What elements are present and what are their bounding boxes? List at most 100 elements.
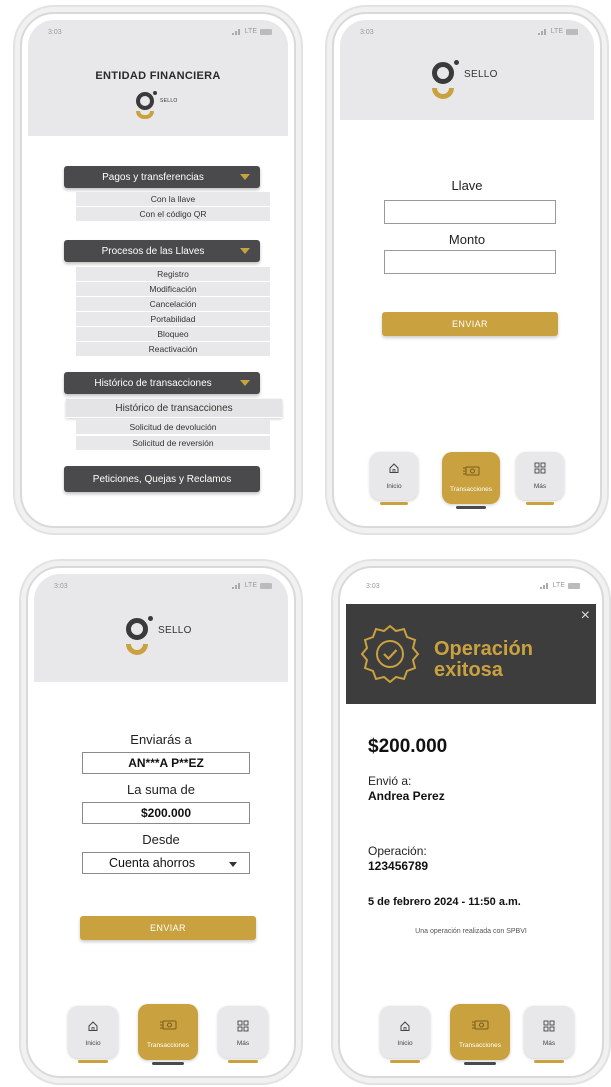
grid-icon xyxy=(534,462,546,474)
sent-to-label: Envió a: xyxy=(368,774,412,788)
status-time: 3:03 xyxy=(366,583,380,590)
status-time: 3:03 xyxy=(48,29,62,36)
nav-more-button[interactable]: Más xyxy=(218,1006,268,1063)
menu-item-historico[interactable]: Histórico de transacciones xyxy=(66,399,282,418)
chevron-down-icon xyxy=(240,380,250,386)
network-label: LTE xyxy=(244,28,257,35)
close-icon[interactable]: × xyxy=(581,608,590,624)
network-label: LTE xyxy=(552,582,565,589)
nav-home-label: Inicio xyxy=(386,483,402,490)
menu-item-devolucion[interactable]: Solicitud de devolución xyxy=(76,420,270,435)
logo-text: SELLO xyxy=(160,98,178,104)
status-bar: 3:03 LTE xyxy=(346,574,596,598)
send-button[interactable]: ENVIAR xyxy=(382,312,558,336)
menu-item-bloqueo[interactable]: Bloqueo xyxy=(76,327,270,342)
nav-transactions-button[interactable]: Transacciones xyxy=(442,452,500,509)
battery-icon xyxy=(566,28,578,35)
caret-down-icon xyxy=(229,862,237,867)
chevron-down-icon xyxy=(240,174,250,180)
grid-icon xyxy=(543,1020,555,1032)
nav-home-button[interactable]: Inicio xyxy=(380,1006,430,1063)
nav-transactions-label: Transacciones xyxy=(458,1042,502,1049)
logo-dot-icon xyxy=(148,616,153,621)
from-account-select[interactable]: Cuenta ahorros xyxy=(82,852,250,874)
nav-transactions-button[interactable]: Transacciones xyxy=(450,1004,510,1065)
nav-transactions-button[interactable]: Transacciones xyxy=(138,1004,198,1065)
home-icon xyxy=(88,1021,98,1031)
home-icon xyxy=(400,1021,410,1031)
logo-o-icon xyxy=(432,62,454,84)
success-title-line1: Operación xyxy=(434,638,533,660)
menu-historico-label: Histórico de transacciones xyxy=(94,377,212,389)
brand-logo: SELLO xyxy=(136,91,196,126)
monto-input[interactable] xyxy=(384,250,556,274)
signal-icon xyxy=(231,28,242,35)
menu-item-reactivacion[interactable]: Reactivación xyxy=(76,342,270,357)
menu-procesos-label: Procesos de las Llaves xyxy=(101,245,205,257)
nav-home-button[interactable]: Inicio xyxy=(370,452,418,505)
screen-confirm: 3:03 LTE SELLO Enviarás a AN***A P**EZ L… xyxy=(34,574,288,1070)
nav-home-label: Inicio xyxy=(397,1040,413,1047)
from-label: Desde xyxy=(142,832,180,847)
menu-item-cancelacion[interactable]: Cancelación xyxy=(76,297,270,312)
menu-item-reversion[interactable]: Solicitud de reversión xyxy=(76,436,270,451)
nav-more-label: Más xyxy=(533,483,547,490)
logo-o-icon xyxy=(136,92,154,110)
brand-logo: SELLO xyxy=(432,60,522,106)
nav-more-label: Más xyxy=(542,1040,556,1047)
battery-icon xyxy=(568,582,580,589)
menu-pqr-button[interactable]: Peticiones, Quejas y Reclamos xyxy=(64,466,260,492)
brand-logo: SELLO xyxy=(126,616,216,662)
money-transfer-icon xyxy=(472,1020,489,1030)
menu-pagos-button[interactable]: Pagos y transferencias xyxy=(64,166,260,188)
menu-pagos-label: Pagos y transferencias xyxy=(102,171,204,183)
logo-o-icon xyxy=(126,618,148,640)
money-transfer-icon xyxy=(463,466,480,476)
signal-icon xyxy=(537,28,548,35)
amount-label: La suma de xyxy=(127,782,195,797)
amount-text: $200.000 xyxy=(368,736,448,757)
home-icon xyxy=(389,463,399,473)
signal-icon xyxy=(231,582,242,589)
screen-success: 3:03 LTE Operación exitosa × $200.000 En… xyxy=(346,574,596,1070)
nav-transactions-label: Transacciones xyxy=(146,1042,190,1049)
success-banner: Operación exitosa × xyxy=(346,604,596,704)
menu-item-codigo-qr[interactable]: Con el código QR xyxy=(76,207,270,222)
llave-input[interactable] xyxy=(384,200,556,224)
footnote-text: Una operación realizada con SPBVI xyxy=(415,928,527,935)
from-account-value: Cuenta ahorros xyxy=(109,856,196,870)
status-bar: 3:03 LTE xyxy=(28,20,288,44)
menu-item-con-la-llave[interactable]: Con la llave xyxy=(76,192,270,207)
operation-value: 123456789 xyxy=(368,859,429,873)
menu-item-registro[interactable]: Registro xyxy=(76,267,270,282)
verified-badge-icon xyxy=(360,624,420,684)
monto-label: Monto xyxy=(448,232,486,247)
phone-llave-monto: 3:03 LTE SELLO Llave Monto ENVIAR Inicio… xyxy=(332,12,602,528)
menu-historico-button[interactable]: Histórico de transacciones xyxy=(64,372,260,394)
menu-item-portabilidad[interactable]: Portabilidad xyxy=(76,312,270,327)
nav-more-button[interactable]: Más xyxy=(524,1006,574,1063)
success-title-line2: exitosa xyxy=(434,659,503,681)
money-transfer-icon xyxy=(160,1020,177,1030)
phone-confirm: 3:03 LTE SELLO Enviarás a AN***A P**EZ L… xyxy=(26,566,296,1078)
nav-home-button[interactable]: Inicio xyxy=(68,1006,118,1063)
signal-icon xyxy=(539,582,550,589)
send-button[interactable]: ENVIAR xyxy=(80,916,256,940)
nav-more-label: Más xyxy=(236,1040,250,1047)
logo-smile-icon xyxy=(126,644,148,655)
llave-label: Llave xyxy=(451,178,483,193)
menu-item-modificacion[interactable]: Modificación xyxy=(76,282,270,297)
battery-icon xyxy=(260,582,272,589)
to-label: Enviarás a xyxy=(130,732,192,747)
logo-text: SELLO xyxy=(158,625,192,636)
menu-procesos-button[interactable]: Procesos de las Llaves xyxy=(64,240,260,262)
logo-dot-icon xyxy=(454,60,459,65)
status-time: 3:03 xyxy=(54,583,68,590)
menu-pqr-label: Peticiones, Quejas y Reclamos xyxy=(92,473,232,485)
battery-icon xyxy=(260,28,272,35)
nav-more-button[interactable]: Más xyxy=(516,452,564,505)
sent-to-value: Andrea Perez xyxy=(368,789,445,803)
status-bar: 3:03 LTE xyxy=(340,20,594,44)
datetime-text: 5 de febrero 2024 - 11:50 a.m. xyxy=(368,896,521,908)
logo-text: SELLO xyxy=(464,69,498,80)
